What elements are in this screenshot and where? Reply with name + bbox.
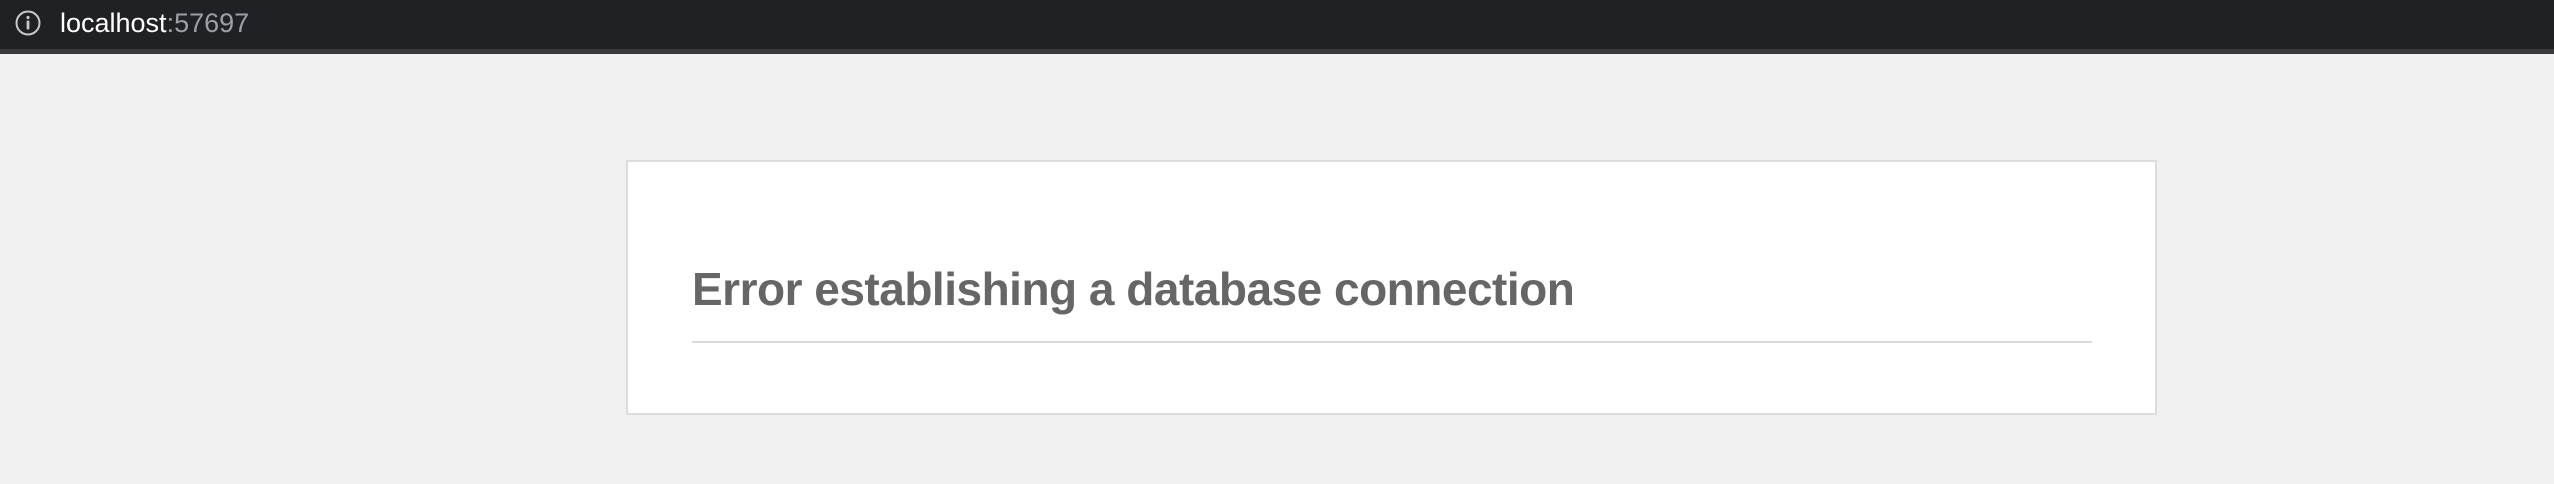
address-bar[interactable]: localhost:57697 bbox=[0, 0, 2554, 54]
info-icon[interactable] bbox=[14, 9, 42, 37]
error-title: Error establishing a database connection bbox=[692, 263, 1575, 315]
divider bbox=[692, 341, 2092, 343]
url-host: localhost bbox=[60, 8, 167, 38]
url-text[interactable]: localhost:57697 bbox=[60, 6, 249, 40]
error-box: Error establishing a database connection bbox=[626, 160, 2157, 415]
url-port: :57697 bbox=[166, 8, 250, 38]
